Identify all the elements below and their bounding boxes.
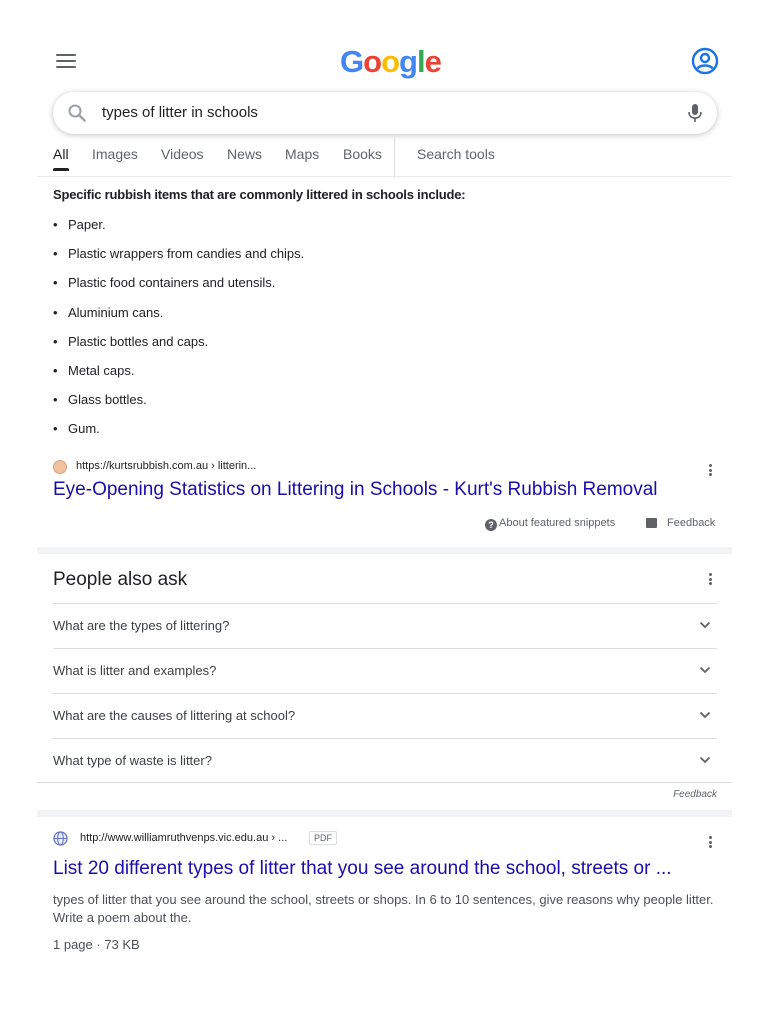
result-url[interactable]: http://www.williamruthvenps.vic.edu.au ›… <box>80 832 287 844</box>
chevron-down-icon <box>699 756 711 764</box>
result-description: types of litter that you see around the … <box>53 892 714 925</box>
list-item: Plastic bottles and caps. <box>53 333 304 362</box>
tab-all[interactable]: All <box>53 146 69 171</box>
result-meta: 1 page · 73 KB <box>53 937 140 952</box>
pdf-badge: PDF <box>309 831 337 845</box>
people-also-ask-title: People also ask <box>53 569 188 590</box>
search-input[interactable]: types of litter in schools <box>102 104 258 121</box>
snippet-list: Paper. Plastic wrappers from candies and… <box>53 216 304 450</box>
tabs-border <box>37 176 732 177</box>
section-divider <box>37 547 732 554</box>
globe-icon <box>53 831 68 846</box>
paa-question-row[interactable]: What are the types of littering? <box>53 603 717 648</box>
search-icon[interactable] <box>67 103 87 123</box>
paa-question-row[interactable]: What is litter and examples? <box>53 648 717 693</box>
hamburger-menu-icon[interactable] <box>56 54 76 70</box>
chevron-down-icon <box>699 666 711 674</box>
search-bar[interactable]: types of litter in schools <box>53 92 717 134</box>
tab-images[interactable]: Images <box>92 146 138 170</box>
feedback-icon[interactable] <box>646 518 657 528</box>
more-options-icon[interactable] <box>709 836 713 850</box>
chevron-down-icon <box>699 621 711 629</box>
tab-maps[interactable]: Maps <box>285 146 319 170</box>
search-tabs: All Images Videos News Maps Books Search… <box>53 134 733 178</box>
account-circle-icon[interactable] <box>691 47 719 75</box>
help-icon: ? <box>485 519 497 531</box>
site-favicon-icon <box>53 460 67 474</box>
microphone-icon[interactable] <box>685 102 705 124</box>
list-item: Paper. <box>53 216 304 245</box>
paa-question-row[interactable]: What are the causes of littering at scho… <box>53 693 717 738</box>
paa-question-row[interactable]: What type of waste is litter? <box>53 738 717 783</box>
tabs-divider <box>394 134 395 178</box>
tab-videos[interactable]: Videos <box>161 146 204 170</box>
snippet-heading: Specific rubbish items that are commonly… <box>53 187 466 202</box>
list-item: Gum. <box>53 420 304 449</box>
list-item: Plastic food containers and utensils. <box>53 274 304 303</box>
tab-books[interactable]: Books <box>343 146 382 170</box>
tab-news[interactable]: News <box>227 146 262 170</box>
section-divider <box>37 810 732 817</box>
google-logo[interactable]: Google <box>340 44 442 80</box>
more-options-icon[interactable] <box>709 573 713 587</box>
more-options-icon[interactable] <box>709 464 713 478</box>
about-featured-snippets-link[interactable]: ? About featured snippets <box>485 517 615 531</box>
snippet-source-url[interactable]: https://kurtsrubbish.com.au › litterin..… <box>76 460 256 472</box>
snippet-feedback-link[interactable]: Feedback <box>667 517 715 529</box>
paa-feedback-link[interactable]: Feedback <box>673 789 717 800</box>
search-tools-button[interactable]: Search tools <box>417 146 495 170</box>
result-title[interactable]: List 20 different types of litter that y… <box>53 858 672 880</box>
chevron-down-icon <box>699 711 711 719</box>
paa-divider <box>37 782 732 783</box>
list-item: Aluminium cans. <box>53 304 304 333</box>
list-item: Metal caps. <box>53 362 304 391</box>
list-item: Plastic wrappers from candies and chips. <box>53 245 304 274</box>
list-item: Glass bottles. <box>53 391 304 420</box>
snippet-result-title[interactable]: Eye-Opening Statistics on Littering in S… <box>53 479 658 501</box>
